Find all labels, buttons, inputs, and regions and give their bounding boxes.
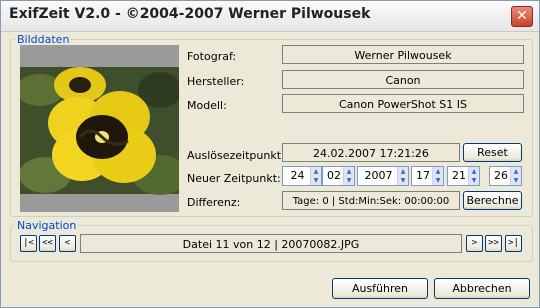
minute-spin-arrows[interactable]: ▲ ▼ bbox=[468, 167, 479, 185]
reset-button[interactable]: Reset bbox=[463, 143, 522, 162]
hersteller-label: Hersteller: bbox=[187, 75, 245, 88]
modell-label: Modell: bbox=[187, 99, 227, 112]
photo-preview bbox=[20, 45, 179, 212]
hour-spinner[interactable]: 17 ▲ ▼ bbox=[411, 166, 444, 186]
next-fast-button[interactable]: >> bbox=[485, 235, 502, 252]
spin-up-icon[interactable]: ▲ bbox=[344, 167, 354, 176]
abbrechen-button[interactable]: Abbrechen bbox=[434, 278, 530, 299]
next-file-button[interactable]: > bbox=[466, 235, 483, 252]
minute-value[interactable]: 21 bbox=[448, 167, 470, 185]
fotograf-label: Fotograf: bbox=[187, 50, 237, 63]
year-spin-arrows[interactable]: ▲ ▼ bbox=[397, 167, 408, 185]
last-icon: >| bbox=[508, 238, 519, 248]
prev-file-button[interactable]: < bbox=[59, 235, 76, 252]
spin-up-icon[interactable]: ▲ bbox=[433, 167, 443, 176]
spin-down-icon[interactable]: ▼ bbox=[469, 176, 479, 185]
first-file-button[interactable]: |< bbox=[20, 235, 37, 252]
left-icon: < bbox=[64, 238, 71, 248]
spin-down-icon[interactable]: ▼ bbox=[433, 176, 443, 185]
modell-field: Canon PowerShot S1 IS bbox=[282, 94, 524, 113]
right-icon: > bbox=[471, 238, 478, 248]
spin-up-icon[interactable]: ▲ bbox=[511, 167, 521, 176]
spin-up-icon[interactable]: ▲ bbox=[398, 167, 408, 176]
title-bar: ExifZeit V2.0 - ©2004-2007 Werner Pilwou… bbox=[1, 1, 539, 32]
spin-up-icon[interactable]: ▲ bbox=[311, 167, 321, 176]
pansy-photo bbox=[20, 45, 179, 212]
second-spin-arrows[interactable]: ▲ ▼ bbox=[510, 167, 521, 185]
fotograf-field: Werner Pilwousek bbox=[282, 45, 524, 64]
month-value[interactable]: 02 bbox=[323, 167, 345, 185]
close-icon: ✕ bbox=[516, 8, 528, 24]
year-spinner[interactable]: 2007 ▲ ▼ bbox=[357, 166, 409, 186]
day-spinner[interactable]: 24 ▲ ▼ bbox=[282, 166, 322, 186]
spin-down-icon[interactable]: ▼ bbox=[311, 176, 321, 185]
last-file-button[interactable]: >| bbox=[505, 235, 522, 252]
ausloese-label: Auslösezeitpunkt: bbox=[187, 149, 285, 162]
hersteller-field: Canon bbox=[282, 70, 524, 89]
hour-value[interactable]: 17 bbox=[412, 167, 434, 185]
month-spin-arrows[interactable]: ▲ ▼ bbox=[343, 167, 354, 185]
second-spinner[interactable]: 26 ▲ ▼ bbox=[489, 166, 522, 186]
spin-down-icon[interactable]: ▼ bbox=[398, 176, 408, 185]
minute-spinner[interactable]: 21 ▲ ▼ bbox=[447, 166, 480, 186]
prev-fast-button[interactable]: << bbox=[39, 235, 56, 252]
berechne-button[interactable]: Berechne bbox=[463, 191, 522, 210]
file-info-field: Datei 11 von 12 | 20070082.JPG bbox=[80, 234, 462, 253]
double-left-icon: << bbox=[42, 238, 53, 248]
year-value[interactable]: 2007 bbox=[358, 167, 399, 185]
spin-up-icon[interactable]: ▲ bbox=[469, 167, 479, 176]
second-value[interactable]: 26 bbox=[490, 167, 512, 185]
differenz-field: Tage: 0 | Std:Min:Sek: 00:00:00 bbox=[282, 191, 460, 210]
ausfuehren-button[interactable]: Ausführen bbox=[332, 278, 428, 299]
close-button[interactable]: ✕ bbox=[511, 6, 533, 27]
navigation-legend: Navigation bbox=[17, 219, 77, 232]
differenz-label: Differenz: bbox=[187, 196, 241, 209]
spin-down-icon[interactable]: ▼ bbox=[344, 176, 354, 185]
day-spin-arrows[interactable]: ▲ ▼ bbox=[310, 167, 321, 185]
month-spinner[interactable]: 02 ▲ ▼ bbox=[322, 166, 355, 186]
double-right-icon: >> bbox=[488, 238, 499, 248]
spin-down-icon[interactable]: ▼ bbox=[511, 176, 521, 185]
window-title: ExifZeit V2.0 - ©2004-2007 Werner Pilwou… bbox=[9, 6, 371, 22]
hour-spin-arrows[interactable]: ▲ ▼ bbox=[432, 167, 443, 185]
exifzeit-window: ExifZeit V2.0 - ©2004-2007 Werner Pilwou… bbox=[0, 0, 540, 308]
neuer-zeitpunkt-label: Neuer Zeitpunkt: bbox=[187, 172, 281, 185]
day-value[interactable]: 24 bbox=[283, 167, 312, 185]
ausloese-field: 24.02.2007 17:21:26 bbox=[282, 143, 460, 162]
first-icon: |< bbox=[23, 238, 34, 248]
